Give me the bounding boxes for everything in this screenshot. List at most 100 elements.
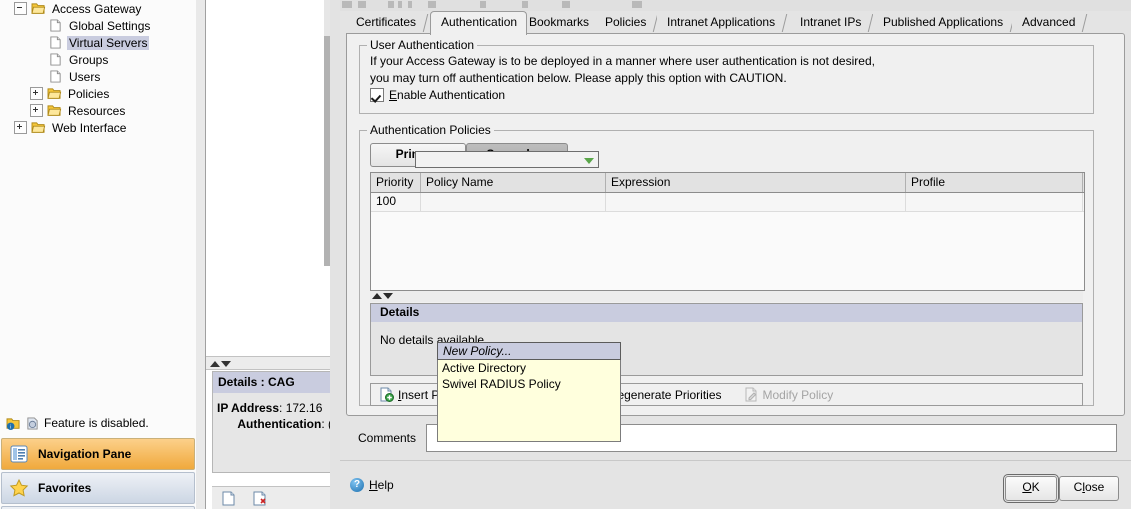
star-icon [9,478,29,497]
tree-item-policies[interactable]: Policies [0,85,196,102]
tab-authentication[interactable]: Authentication [430,11,528,35]
folder-icon [47,88,62,99]
page-icon [50,70,61,83]
tree-item-groups[interactable]: Groups [0,51,196,68]
tree-item-access-gateway[interactable]: Access Gateway [0,0,196,17]
tab-label: Published Applications [883,15,1004,29]
details-cag-ip-value: 172.16 [285,401,323,415]
close-button-label-rest: ose [1084,480,1105,494]
tree-item-global-settings[interactable]: Global Settings [0,17,196,34]
policy-binding-table[interactable]: Priority Policy Name Expression Profile … [370,172,1085,291]
dialog-tab-bar[interactable]: Certificates Authentication Bookmarks Po… [346,11,1125,35]
dropdown-option-swivel-radius-policy[interactable]: Swivel RADIUS Policy [438,376,620,392]
footer-divider [340,460,1131,461]
disabled-page-icon [27,416,38,430]
insert-policy-icon [380,387,394,402]
tab-label: Bookmarks [529,15,590,29]
modify-policy-button: Modify Policy [744,387,834,402]
dropdown-option-new-policy[interactable]: New Policy... [437,342,621,360]
tree-item-resources[interactable]: Resources [0,102,196,119]
expand-toggle-icon[interactable] [30,87,43,100]
help-icon: ? [350,478,364,492]
enable-authentication-checkbox[interactable] [370,88,384,102]
navigation-pane-group: i Feature is disabled. Navigation Pane F… [0,410,196,509]
modify-policy-label: Modify Policy [762,387,834,402]
page-icon [50,53,61,66]
collapse-toggle-icon[interactable] [14,2,27,15]
cell-policy-name[interactable] [421,193,606,211]
feature-status-label: Feature is disabled. [44,416,149,430]
nav-button-favorites[interactable]: Favorites [1,472,195,504]
delete-document-icon[interactable] [252,491,269,506]
enable-authentication-row[interactable]: Enable Authentication [370,88,505,102]
feature-status-row: i Feature is disabled. [0,410,196,436]
toolbar-remnant [340,0,1131,11]
middle-details-panel: Details : CAG IP Address: 172.16 Authent… [205,0,332,509]
left-navigation-panel: Access Gateway Global Settings Virtual S… [0,0,197,509]
ok-button[interactable]: OK [1003,474,1059,503]
middle-splitter[interactable] [206,356,331,370]
column-header-profile[interactable]: Profile [906,173,1083,192]
tree-item-label: Resources [68,103,126,118]
splitter-down-arrow-icon[interactable] [221,361,231,367]
tree-item-label: Policies [68,86,110,101]
tab-published-applications[interactable]: Published Applications [873,12,1016,34]
close-button[interactable]: Close [1059,476,1119,501]
cell-profile[interactable] [906,193,1083,211]
policy-details-header: Details [371,304,1082,322]
tree-item-label: Virtual Servers [67,35,150,50]
chevron-down-icon[interactable] [584,158,594,164]
configuration-tree[interactable]: Access Gateway Global Settings Virtual S… [0,0,196,136]
tab-intranet-applications[interactable]: Intranet Applications [657,12,788,34]
comments-label: Comments [357,430,416,445]
enable-authentication-label-rest: nable Authentication [397,88,506,102]
nav-button-navigation-pane[interactable]: Navigation Pane [1,438,195,470]
dropdown-option-active-directory[interactable]: Active Directory [438,360,620,376]
dialog-outer-margin [330,0,340,509]
details-cag-auth-label: Authentication [237,417,322,431]
help-link[interactable]: ? Help [350,478,394,492]
tree-item-web-interface[interactable]: Web Interface [0,119,196,136]
folder-icon [47,105,62,116]
splitter-down-arrow-icon[interactable] [383,293,393,299]
policy-name-combobox[interactable] [415,151,599,168]
policy-name-dropdown-list[interactable]: New Policy... Active Directory Swivel RA… [437,342,621,442]
ok-button-label-rest: K [1031,480,1040,494]
expand-toggle-icon[interactable] [30,104,43,117]
new-document-icon[interactable] [221,491,238,506]
folder-icon [31,122,46,133]
details-cag-ip-label: IP Address [217,401,280,415]
tree-item-virtual-servers[interactable]: Virtual Servers [0,34,196,51]
tab-advanced[interactable]: Advanced [1012,12,1088,34]
tree-item-users[interactable]: Users [0,68,196,85]
cell-priority[interactable]: 100 [371,193,421,211]
middle-bottom-toolbar [212,486,331,509]
policy-details-splitter[interactable] [370,291,1083,302]
regenerate-priorities-label: Regenerate Priorities [609,387,722,402]
column-header-policy-name[interactable]: Policy Name [421,173,606,192]
tab-label: Certificates [356,15,417,29]
column-header-expression[interactable]: Expression [606,173,906,192]
tab-policies[interactable]: Policies [595,12,659,34]
tab-bookmarks[interactable]: Bookmarks [519,12,602,34]
table-row[interactable]: 100 [371,193,1084,212]
help-label: Help [369,478,394,492]
details-cag-ip-row: IP Address: 172.16 [217,401,323,415]
cell-expression[interactable] [606,193,906,211]
splitter-up-arrow-icon[interactable] [210,361,220,367]
user-authentication-text-line1: If your Access Gateway is to be deployed… [370,54,875,68]
svg-text:i: i [10,424,11,429]
authentication-policies-legend: Authentication Policies [367,123,494,137]
nav-button-label: Navigation Pane [38,447,132,461]
tab-label: Authentication [441,15,518,29]
tab-certificates[interactable]: Certificates [346,12,429,34]
tab-label: Advanced [1022,15,1076,29]
navigation-pane-icon [10,445,28,463]
splitter-up-arrow-icon[interactable] [372,293,382,299]
tree-item-label: Groups [69,52,109,67]
tab-intranet-ips[interactable]: Intranet IPs [790,12,874,34]
expand-toggle-icon[interactable] [14,121,27,134]
column-header-priority[interactable]: Priority [371,173,421,192]
tab-label: Policies [605,15,647,29]
user-authentication-text-line2: you may turn off authentication below. P… [370,71,787,85]
